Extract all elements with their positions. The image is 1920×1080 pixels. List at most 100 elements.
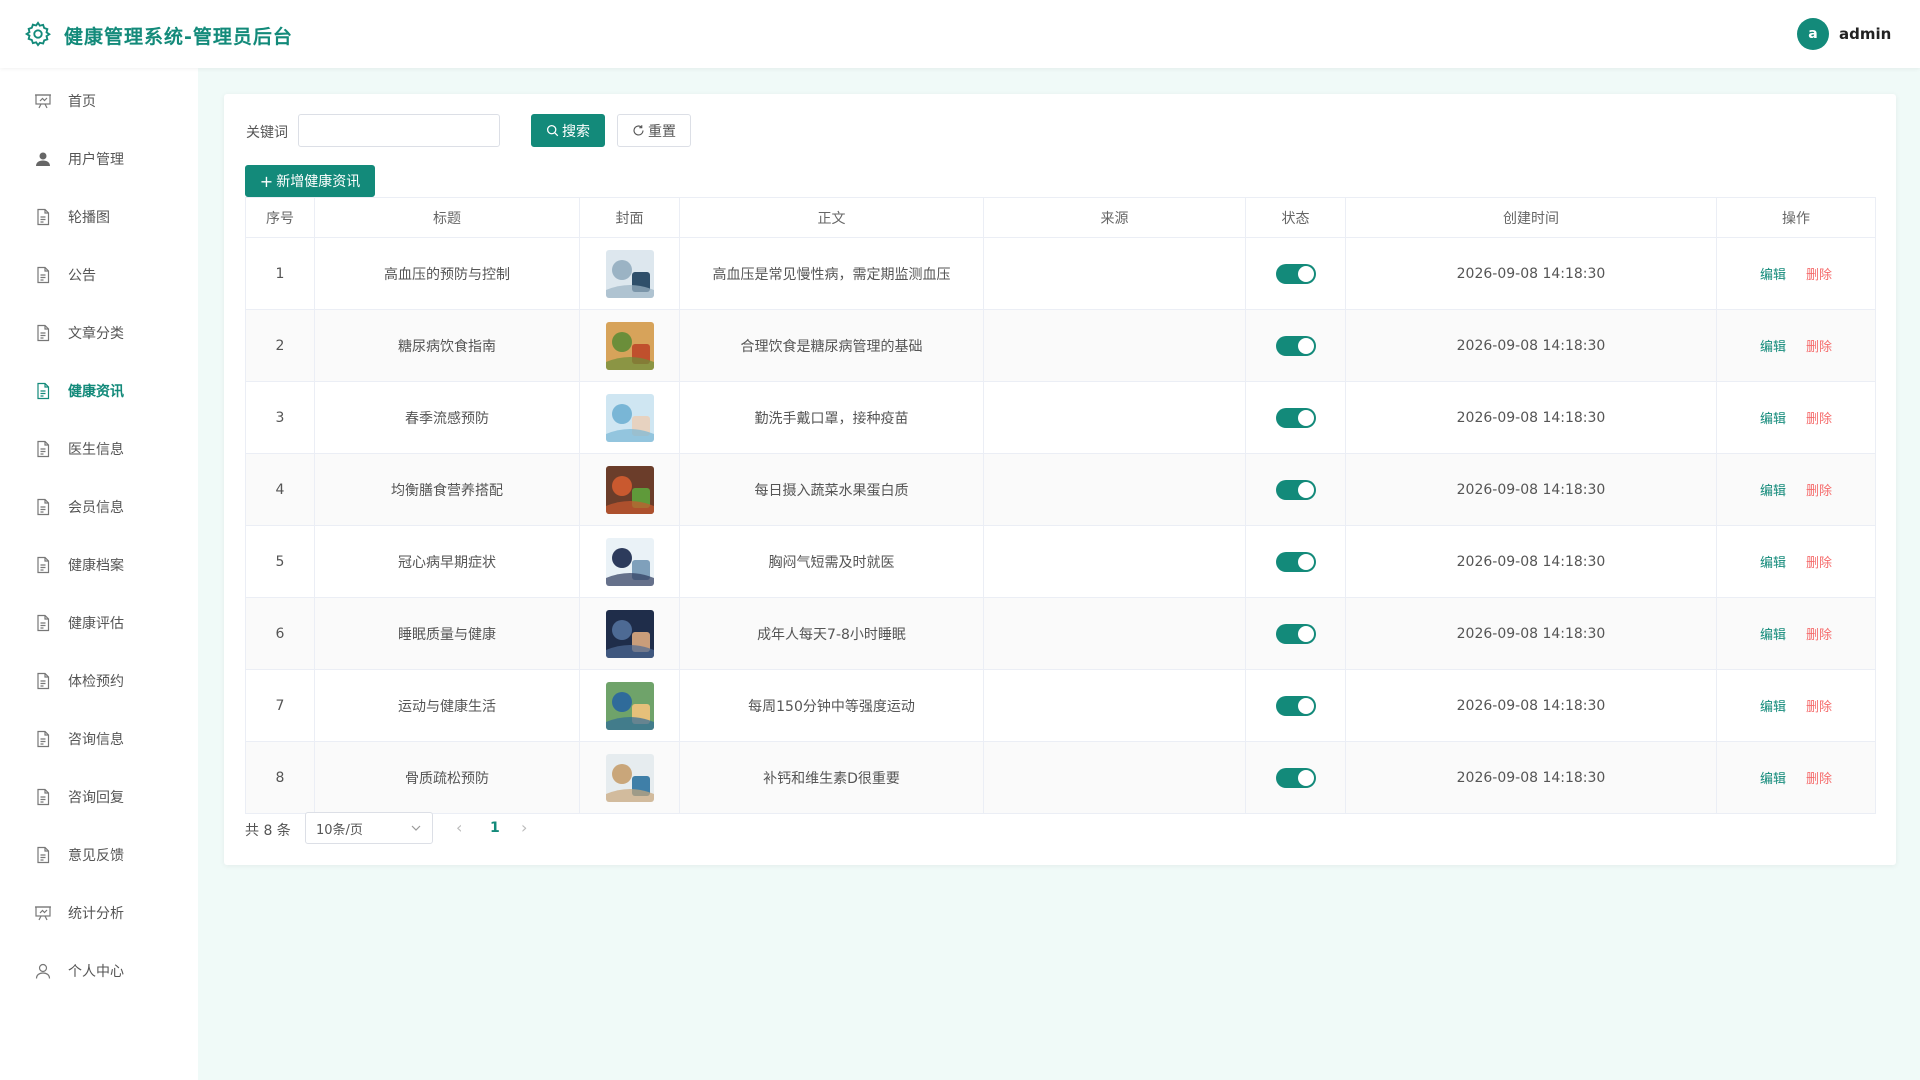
user-name[interactable]: admin [1839, 25, 1891, 43]
edit-link[interactable]: 编辑 [1760, 628, 1786, 643]
cover-image[interactable] [605, 249, 654, 298]
edit-link[interactable]: 编辑 [1760, 268, 1786, 283]
table-row: 8 骨质疏松预防 补钙和维生素D很重要 2026-09-08 14:18:30 编辑 删除 [245, 741, 1876, 814]
sidebar-item-label: 医生信息 [68, 442, 124, 458]
sidebar-item[interactable]: 健康资讯 [0, 362, 198, 420]
cell-cover [579, 741, 680, 814]
sidebar-item[interactable]: 会员信息 [0, 478, 198, 536]
column-header: 封面 [579, 197, 680, 238]
delete-link[interactable]: 删除 [1806, 484, 1832, 499]
status-toggle[interactable] [1275, 479, 1316, 500]
sidebar-item[interactable]: 文章分类 [0, 304, 198, 362]
cell-source [983, 453, 1246, 526]
sidebar-item-label: 咨询信息 [68, 732, 124, 748]
table-row: 4 均衡膳食营养搭配 每日摄入蔬菜水果蛋白质 2026-09-08 14:18:30 编… [245, 453, 1876, 526]
cover-image[interactable] [605, 681, 654, 730]
status-toggle[interactable] [1275, 335, 1316, 356]
cell-created: 2026-09-08 14:18:30 [1345, 741, 1717, 814]
search-button[interactable]: 搜索 [531, 114, 605, 147]
sidebar-item-label: 公告 [68, 268, 96, 284]
sidebar-item-label: 咨询回复 [68, 790, 124, 806]
sidebar-item[interactable]: 意见反馈 [0, 826, 198, 884]
sidebar-item[interactable]: 轮播图 [0, 188, 198, 246]
cover-image[interactable] [605, 393, 654, 442]
sidebar-item[interactable]: 咨询信息 [0, 710, 198, 768]
cell-actions: 编辑 删除 [1716, 237, 1876, 310]
delete-link[interactable]: 删除 [1806, 628, 1832, 643]
edit-link[interactable]: 编辑 [1760, 340, 1786, 355]
sidebar-item[interactable]: 统计分析 [0, 884, 198, 942]
sidebar-item[interactable]: 咨询回复 [0, 768, 198, 826]
table-header-row: 序号 标题 封面 正文 来源 状态 创建时间 操作 [245, 197, 1876, 238]
status-toggle[interactable] [1275, 551, 1316, 572]
sidebar-item-label: 体检预约 [68, 674, 124, 690]
edit-link[interactable]: 编辑 [1760, 700, 1786, 715]
cell-title: 糖尿病饮食指南 [314, 309, 580, 382]
cell-title: 睡眠质量与健康 [314, 597, 580, 670]
document-icon [34, 266, 52, 284]
delete-link[interactable]: 删除 [1806, 412, 1832, 427]
user-outline-icon [34, 962, 52, 980]
cell-status [1245, 309, 1346, 382]
sidebar-item[interactable]: 首页 [0, 72, 198, 130]
cover-image[interactable] [605, 753, 654, 802]
delete-link[interactable]: 删除 [1806, 772, 1832, 787]
status-toggle[interactable] [1275, 695, 1316, 716]
cell-body: 成年人每天7-8小时睡眠 [679, 597, 984, 670]
sidebar-item[interactable]: 个人中心 [0, 942, 198, 1000]
edit-link[interactable]: 编辑 [1760, 772, 1786, 787]
column-header: 正文 [679, 197, 984, 238]
cover-image[interactable] [605, 609, 654, 658]
sidebar-item[interactable]: 用户管理 [0, 130, 198, 188]
sidebar-item-label: 健康档案 [68, 558, 124, 574]
next-page-button[interactable]: › [521, 818, 537, 838]
page-number-current[interactable]: 1 [490, 820, 500, 836]
sidebar-item-label: 轮播图 [68, 210, 110, 226]
cell-index: 5 [245, 525, 315, 598]
sidebar-item[interactable]: 公告 [0, 246, 198, 304]
column-header: 操作 [1716, 197, 1876, 238]
edit-link[interactable]: 编辑 [1760, 412, 1786, 427]
cell-status [1245, 453, 1346, 526]
sidebar-item-label: 健康评估 [68, 616, 124, 632]
cell-status [1245, 237, 1346, 310]
status-toggle[interactable] [1275, 623, 1316, 644]
delete-link[interactable]: 删除 [1806, 556, 1832, 571]
add-news-button[interactable]: + 新增健康资讯 [245, 165, 375, 197]
column-header: 来源 [983, 197, 1246, 238]
sidebar-item-label: 用户管理 [68, 152, 124, 168]
sidebar-item[interactable]: 体检预约 [0, 652, 198, 710]
cell-index: 8 [245, 741, 315, 814]
cell-cover [579, 381, 680, 454]
cell-body: 胸闷气短需及时就医 [679, 525, 984, 598]
avatar[interactable]: a [1797, 18, 1829, 50]
delete-link[interactable]: 删除 [1806, 340, 1832, 355]
delete-link[interactable]: 删除 [1806, 268, 1832, 283]
cell-title: 春季流感预防 [314, 381, 580, 454]
app-title: 健康管理系统-管理员后台 [64, 26, 293, 48]
sidebar-item[interactable]: 健康评估 [0, 594, 198, 652]
edit-link[interactable]: 编辑 [1760, 556, 1786, 571]
cell-actions: 编辑 删除 [1716, 597, 1876, 670]
status-toggle[interactable] [1275, 263, 1316, 284]
sidebar-item[interactable]: 医生信息 [0, 420, 198, 478]
prev-page-button[interactable]: ‹ [456, 818, 472, 838]
sidebar-item[interactable]: 健康档案 [0, 536, 198, 594]
status-toggle[interactable] [1275, 767, 1316, 788]
keyword-input[interactable] [298, 114, 500, 147]
gear-icon [24, 21, 51, 47]
document-icon [34, 440, 52, 458]
delete-link[interactable]: 删除 [1806, 700, 1832, 715]
add-news-button-label: 新增健康资讯 [276, 174, 361, 190]
cell-title: 骨质疏松预防 [314, 741, 580, 814]
cover-image[interactable] [605, 465, 654, 514]
cover-image[interactable] [605, 537, 654, 586]
document-icon [34, 324, 52, 342]
reset-button[interactable]: 重置 [617, 114, 691, 147]
cover-image[interactable] [605, 321, 654, 370]
page-size-select[interactable]: 10条/页 [305, 812, 433, 844]
document-icon [34, 730, 52, 748]
status-toggle[interactable] [1275, 407, 1316, 428]
sidebar-item-label: 个人中心 [68, 964, 124, 980]
edit-link[interactable]: 编辑 [1760, 484, 1786, 499]
